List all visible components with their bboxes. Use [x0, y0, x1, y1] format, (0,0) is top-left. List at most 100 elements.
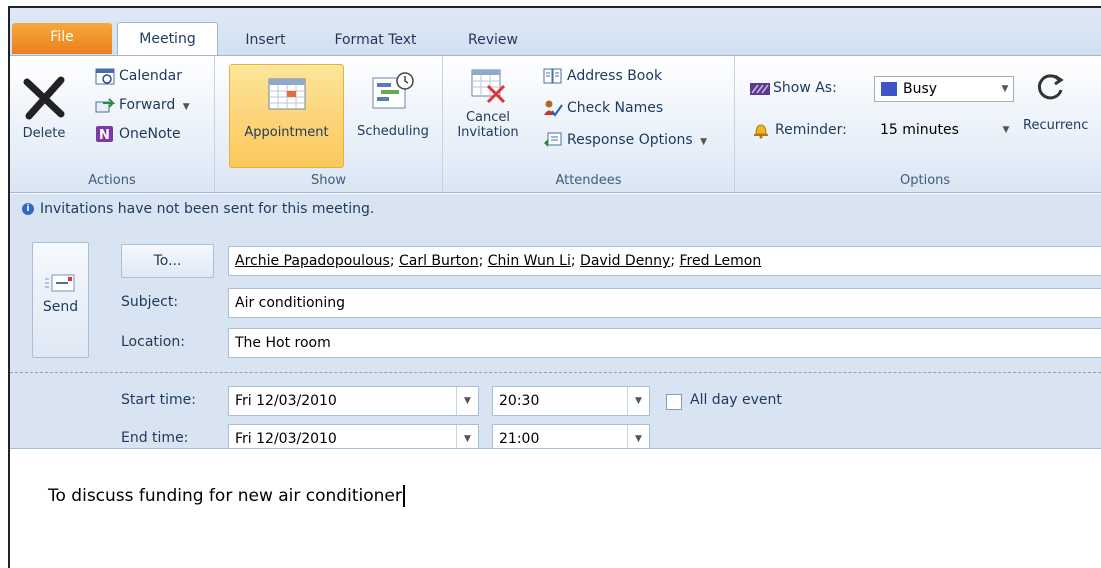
check-names-icon [543, 99, 563, 117]
divider [10, 372, 1101, 373]
scheduling-icon [372, 72, 414, 109]
scheduling-button[interactable]: Scheduling [347, 64, 439, 168]
to-field[interactable]: Archie Papadopoulous; Carl Burton; Chin … [228, 246, 1101, 276]
meeting-window: File Meeting Insert Format Text Review D… [8, 6, 1101, 568]
recurrence-icon [1037, 74, 1064, 100]
chevron-down-icon: ▼ [1001, 84, 1009, 94]
location-label: Location: [121, 334, 185, 350]
subject-field[interactable]: Air conditioning [228, 288, 1101, 318]
forward-icon [95, 96, 116, 114]
address-book-label: Address Book [567, 68, 663, 84]
appointment-label: Appointment [244, 125, 329, 140]
group-show-label: Show [310, 173, 347, 188]
cancel-invitation-icon [471, 69, 506, 104]
svg-text:N: N [99, 128, 110, 143]
tab-file[interactable]: File [12, 23, 112, 54]
appointment-button[interactable]: Appointment [229, 64, 344, 168]
chevron-down-icon: ▼ [182, 102, 190, 112]
end-date-value: Fri 12/03/2010 [235, 431, 337, 447]
forward-label: Forward [119, 97, 176, 113]
tab-format-text[interactable]: Format Text [328, 26, 423, 55]
check-names-label: Check Names [567, 100, 664, 116]
chevron-down-icon: ▼ [700, 137, 708, 147]
show-as-select[interactable]: Busy ▼ [874, 76, 1014, 102]
reminder-label-wrap: Reminder: [751, 116, 847, 144]
cancel-invitation-label-line2: Invitation [457, 125, 519, 140]
reminder-label: Reminder: [775, 122, 847, 138]
recipient-list: Archie Papadopoulous; Carl Burton; Chin … [235, 253, 762, 269]
group-actions-label: Actions [88, 173, 136, 188]
start-time-picker[interactable]: 20:30 ▼ [492, 386, 650, 416]
subject-label: Subject: [121, 294, 179, 310]
group-options: Show As: Busy ▼ Reminder: 15 minutes ▼ R… [735, 56, 1101, 192]
calendar-button[interactable]: Calendar [95, 62, 182, 90]
scheduling-label: Scheduling [357, 124, 429, 139]
end-time-value: 21:00 [499, 431, 540, 447]
send-button[interactable]: Send [32, 242, 89, 358]
recurrence-label: Recurrenc [1023, 118, 1089, 133]
body-text: To discuss funding for new air condition… [48, 486, 402, 506]
group-attendees: Cancel Invitation Address Book Check Nam… [443, 56, 735, 192]
recipient-name[interactable]: Fred Lemon [680, 253, 762, 269]
tab-meeting[interactable]: Meeting [117, 22, 218, 56]
calendar-icon [95, 67, 115, 85]
group-show: Appointment Scheduling Show [215, 56, 443, 192]
show-as-label-wrap: Show As: [749, 74, 837, 102]
ribbon-tab-bar: File Meeting Insert Format Text Review [10, 8, 1101, 56]
appointment-icon [268, 78, 305, 110]
calendar-label: Calendar [119, 68, 182, 84]
delete-icon [23, 76, 65, 120]
text-caret [402, 485, 405, 507]
onenote-button[interactable]: N OneNote [95, 120, 181, 148]
start-date-value: Fri 12/03/2010 [235, 393, 337, 409]
send-icon [44, 274, 74, 292]
cancel-invitation-label-line1: Cancel [465, 110, 511, 125]
start-time-value: 20:30 [499, 393, 540, 409]
response-options-label: Response Options [567, 132, 693, 148]
body-text-wrap: To discuss funding for new air condition… [48, 485, 405, 507]
send-label: Send [42, 299, 79, 315]
chevron-down-icon[interactable]: ▼ [627, 387, 649, 415]
group-attendees-label: Attendees [555, 173, 622, 188]
address-book-button[interactable]: Address Book [543, 62, 662, 90]
info-message: Invitations have not been sent for this … [40, 201, 375, 217]
group-options-label: Options [900, 173, 951, 188]
group-actions: Delete Calendar Forward ▼ N OneNote Acti… [10, 56, 215, 192]
meeting-header-form: Send To... Archie Papadopoulous; Carl Bu… [10, 224, 1101, 454]
response-options-button[interactable]: Response Options ▼ [543, 126, 707, 154]
start-date-picker[interactable]: Fri 12/03/2010 ▼ [228, 386, 479, 416]
delete-button[interactable]: Delete [16, 66, 72, 141]
end-time-label: End time: [121, 430, 189, 446]
delete-label: Delete [22, 126, 66, 141]
onenote-icon: N [95, 125, 115, 143]
check-names-button[interactable]: Check Names [543, 94, 663, 122]
all-day-checkbox[interactable] [666, 394, 682, 410]
ribbon: Delete Calendar Forward ▼ N OneNote Acti… [10, 55, 1101, 193]
tab-insert[interactable]: Insert [238, 26, 293, 55]
chevron-down-icon[interactable]: ▼ [456, 387, 478, 415]
response-options-icon [543, 131, 563, 149]
show-as-icon [749, 79, 770, 97]
all-day-label: All day event [690, 392, 782, 408]
recipient-name[interactable]: Carl Burton [399, 253, 479, 269]
message-body[interactable]: To discuss funding for new air condition… [10, 448, 1101, 568]
cancel-invitation-button[interactable]: Cancel Invitation [453, 64, 523, 168]
reminder-value: 15 minutes [880, 122, 959, 138]
recipient-name[interactable]: David Denny [580, 253, 670, 269]
onenote-label: OneNote [119, 126, 181, 142]
bell-icon [751, 121, 771, 139]
chevron-down-icon: ▼ [1002, 125, 1010, 135]
reminder-select[interactable]: 15 minutes ▼ [874, 118, 1014, 144]
address-book-icon [543, 67, 563, 85]
to-button[interactable]: To... [121, 244, 214, 278]
info-icon: i [22, 203, 34, 215]
recipient-name[interactable]: Archie Papadopoulous [235, 253, 390, 269]
busy-swatch-icon [881, 82, 897, 96]
recurrence-button[interactable]: Recurrenc [1021, 70, 1101, 133]
show-as-value: Busy [903, 81, 938, 97]
location-field[interactable]: The Hot room [228, 328, 1101, 358]
tab-review[interactable]: Review [464, 26, 522, 55]
start-time-label: Start time: [121, 392, 196, 408]
recipient-name[interactable]: Chin Wun Li [488, 253, 571, 269]
forward-button[interactable]: Forward ▼ [95, 91, 190, 119]
